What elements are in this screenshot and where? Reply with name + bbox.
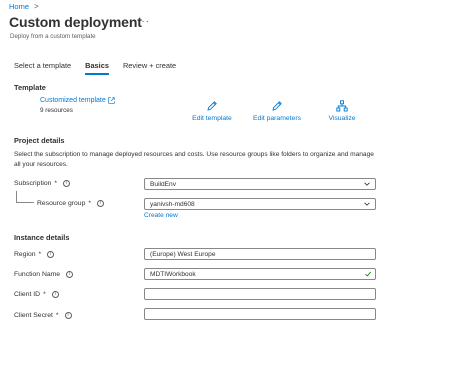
region-input[interactable]: (Europe) West Europe [144,248,376,260]
resource-group-select[interactable]: yanivsh-md608 [144,198,376,210]
checkmark-icon [365,271,372,277]
pencil-icon [272,101,282,111]
create-new-link[interactable]: Create new [144,212,178,219]
template-resource-count: 9 resources [40,107,73,114]
tree-connector-horizontal [16,202,34,203]
info-icon[interactable]: i [64,312,72,319]
wizard-tabs: Select a template Basics Review + create [14,61,190,75]
client-secret-label-text: Client Secret [14,312,53,319]
visualize-icon [336,100,348,112]
more-options-button[interactable]: ··· [137,16,150,27]
edit-parameters-button[interactable]: Edit parameters [250,100,304,122]
info-icon[interactable]: i [47,251,55,258]
info-icon[interactable]: i [97,200,105,207]
region-label: Region * i [14,251,55,258]
subscription-select[interactable]: BuildEnv [144,178,376,190]
page-title: Custom deployment [9,14,142,30]
pencil-icon [207,101,217,111]
function-name-label-text: Function Name [14,271,61,278]
resource-group-label-text: Resource group [37,200,86,207]
visualize-label: Visualize [328,115,356,122]
template-heading: Template [14,83,46,92]
client-id-label: Client ID * i [14,291,59,298]
client-secret-label: Client Secret * i [14,312,72,319]
tab-review-create[interactable]: Review + create [123,61,176,75]
region-label-text: Region [14,251,36,258]
edit-template-label: Edit template [192,115,232,122]
resource-group-label: Resource group * i [37,200,105,207]
subscription-label: Subscription * i [14,180,71,187]
subscription-label-text: Subscription [14,180,52,187]
chevron-down-icon [364,182,370,186]
client-secret-input[interactable] [144,308,376,320]
chevron-down-icon [364,202,370,206]
breadcrumb-home-link[interactable]: Home [9,2,29,11]
edit-template-button[interactable]: Edit template [190,100,234,122]
subscription-value: BuildEnv [150,181,177,188]
project-details-heading: Project details [14,136,65,145]
resource-group-value: yanivsh-md608 [150,201,195,208]
visualize-button[interactable]: Visualize [324,100,360,122]
tab-select-template[interactable]: Select a template [14,61,71,75]
page-subtitle: Deploy from a custom template [10,33,96,40]
function-name-input[interactable]: MDTIWorkbook [144,268,376,280]
project-details-description: Select the subscription to manage deploy… [14,151,374,168]
info-icon[interactable]: i [51,291,59,298]
edit-parameters-label: Edit parameters [253,115,301,122]
region-value: (Europe) West Europe [150,251,216,258]
function-name-value: MDTIWorkbook [150,271,196,278]
tab-basics[interactable]: Basics [85,61,109,75]
client-id-label-text: Client ID [14,291,41,298]
tree-connector-vertical [16,191,17,202]
client-id-input[interactable] [144,288,376,300]
external-link-icon [108,97,115,104]
breadcrumb-separator: > [34,2,39,11]
info-icon[interactable]: i [66,271,74,278]
customized-template-link[interactable]: Customized template [40,97,115,104]
function-name-label: Function Name i [14,271,74,278]
instance-details-heading: Instance details [14,233,70,242]
breadcrumb: Home > [9,2,39,11]
info-icon[interactable]: i [63,180,71,187]
customized-template-label: Customized template [40,97,106,104]
